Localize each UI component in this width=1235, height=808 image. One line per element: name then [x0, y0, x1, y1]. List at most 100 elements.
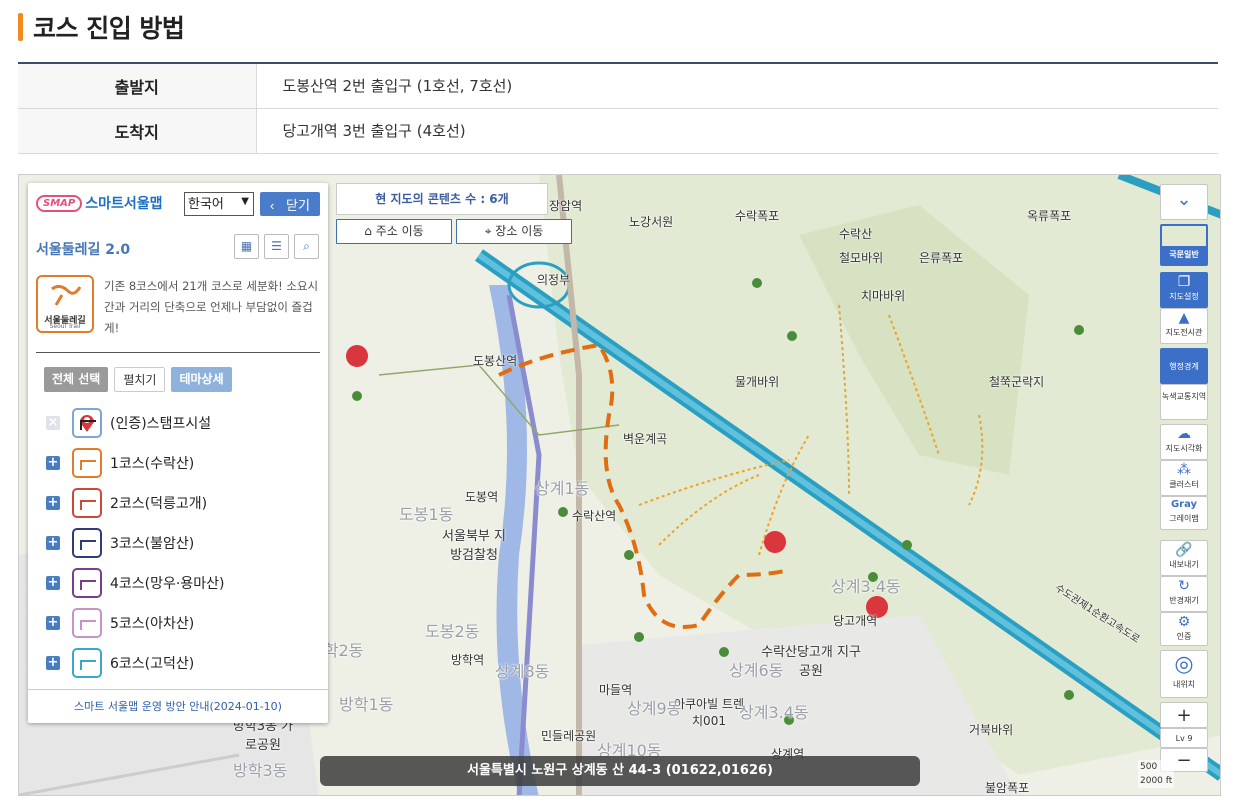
departure-label: 출발지 — [18, 63, 257, 109]
cluster-button[interactable]: ⁂ 클러스터 — [1160, 460, 1208, 496]
theme-panel: SMAP 스마트서울맵 한국어 ▼ ‹ 닫기 서울둘레길 2.0 ▦ ☰ ⌕ 서… — [28, 183, 328, 723]
map-label-suraksan: 수락산 — [839, 227, 873, 241]
trail-icon — [51, 284, 82, 306]
filter-buttons: 전체 선택 펼치기 테마상세 — [44, 367, 232, 392]
map-viewer-button[interactable]: ▲ 지도전시관 — [1160, 308, 1208, 344]
map-settings-button[interactable]: ❐ 지도설정 — [1160, 272, 1208, 308]
list-item[interactable]: + 4코스(망우·용마산) — [46, 563, 326, 603]
gear-icon: ⚙ — [1177, 614, 1191, 630]
language-select[interactable]: 한국어 ▼ — [184, 192, 254, 216]
scale-bar: 500 2000 ft — [1138, 760, 1175, 788]
table-row: 출발지 도봉산역 2번 출입구 (1호선, 7호선) — [18, 63, 1218, 109]
crosshair-icon: ◎ — [1174, 652, 1194, 677]
list-item[interactable]: + 1코스(수락산) — [46, 443, 326, 483]
list-item[interactable]: + 3코스(불암산) — [46, 523, 326, 563]
map-label-eunryu: 은류폭포 — [919, 251, 964, 265]
mountain-icon: ▲ — [1178, 310, 1190, 326]
certify-button[interactable]: ⚙ 인증 — [1160, 612, 1208, 646]
section-title: 코스 진입 방법 — [18, 10, 185, 44]
plus-icon[interactable]: + — [46, 576, 60, 590]
departure-value: 도봉산역 2번 출입구 (1호선, 7호선) — [256, 63, 1218, 109]
zoom-in-button[interactable]: + — [1160, 702, 1208, 728]
smap-badge: SMAP — [36, 194, 83, 212]
collapse-toolbar-button[interactable]: ⌄ — [1160, 184, 1208, 220]
map-label-byeogun: 벽운계곡 — [623, 432, 668, 446]
map-label-mulgae: 물개바위 — [735, 375, 780, 389]
home-icon: ⌂ — [364, 224, 372, 238]
page-title: 코스 진입 방법 — [33, 14, 185, 43]
map-label-sanggye1: 상계1동 — [535, 479, 590, 498]
map-label-banghak-stn: 방학역 — [451, 653, 485, 667]
map-label-banghak1: 방학1동 — [339, 695, 394, 714]
grid-view-icon[interactable]: ▦ — [234, 234, 259, 259]
chevron-left-icon: ‹ — [270, 197, 275, 213]
seoul-trail-logo: 서울둘레길 Seoul Trail — [36, 275, 94, 333]
map-label-sanggye345: 상계3.4동 — [739, 703, 809, 722]
divider — [36, 352, 320, 353]
course-label: 1코스(수락산) — [110, 456, 195, 472]
theme-name: 서울둘레길 2.0 — [36, 242, 131, 258]
arrival-label: 도착지 — [18, 108, 257, 154]
gray-map-button[interactable]: Gray 그레이맵 — [1160, 496, 1208, 530]
plus-icon[interactable]: + — [46, 536, 60, 550]
course-2-icon — [72, 488, 102, 518]
plus-icon[interactable]: + — [46, 496, 60, 510]
close-icon[interactable]: × — [46, 416, 60, 430]
course-label: (인증)스탬프시설 — [110, 416, 212, 432]
content-count: 현 지도의 콘텐츠 수 : 6개 — [336, 183, 548, 215]
list-item[interactable]: + 5코스(아차산) — [46, 603, 326, 643]
layers-icon: ❐ — [1177, 274, 1191, 290]
notice-link[interactable]: 스마트 서울맵 운영 방안 안내(2024-01-10) — [28, 689, 328, 723]
plus-icon[interactable]: + — [46, 456, 60, 470]
export-button[interactable]: 🔗 내보내기 — [1160, 540, 1208, 576]
map-label-jangam: 장암역 — [549, 199, 583, 213]
map-label-sanggye9: 상계9동 — [627, 699, 682, 718]
course-label: 3코스(불암산) — [110, 536, 195, 552]
refresh-icon: ↻ — [1178, 578, 1190, 594]
map-label-sanggye34: 상계3.4동 — [831, 577, 901, 596]
measure-radius-button[interactable]: ↻ 반경재기 — [1160, 576, 1208, 612]
expand-button[interactable]: 펼치기 — [114, 367, 166, 392]
basemap-thumbnail — [1162, 226, 1206, 246]
map-label-dobong1: 도봉1동 — [399, 505, 454, 524]
close-panel-button[interactable]: ‹ 닫기 — [260, 192, 320, 216]
map-label-uijeongbu: 의정부 — [537, 273, 571, 287]
course-4-icon — [72, 568, 102, 598]
plus-icon[interactable]: + — [46, 656, 60, 670]
search-icon[interactable]: ⌕ — [294, 234, 319, 259]
map-label-geobuk: 거북바위 — [969, 723, 1014, 737]
map-label-sanggye8: 상계8동 — [495, 662, 550, 681]
course-6-icon — [72, 648, 102, 678]
list-item[interactable]: + 2코스(덕릉고개) — [46, 483, 326, 523]
course-label: 2코스(덕릉고개) — [110, 496, 208, 512]
arrival-value: 당고개역 3번 출입구 (4호선) — [256, 108, 1218, 154]
plus-icon[interactable]: + — [46, 616, 60, 630]
admin-boundary-button[interactable]: 행정경계 — [1160, 348, 1208, 384]
address-move-button[interactable]: ⌂ 주소 이동 — [336, 219, 452, 244]
map-label-chima: 치마바위 — [861, 289, 906, 303]
theme-detail-button[interactable]: 테마상세 — [171, 367, 232, 392]
place-move-button[interactable]: ⌖ 장소 이동 — [456, 219, 572, 244]
table-row: 도착지 당고개역 3번 출입구 (4호선) — [18, 108, 1218, 154]
list-item[interactable]: + 6코스(고덕산) — [46, 643, 326, 683]
map-label-dobongsan-stn: 도봉산역 — [473, 354, 518, 368]
stamp-marker-icon — [72, 408, 102, 438]
map-label-danggogae-stn: 당고개역 — [833, 614, 878, 628]
select-all-button[interactable]: 전체 선택 — [44, 367, 109, 392]
map-label-buram: 불암폭포 — [985, 781, 1030, 795]
map-visualize-button[interactable]: ☁ 지도시각화 — [1160, 424, 1208, 460]
smart-seoul-map-logo[interactable]: SMAP 스마트서울맵 — [36, 193, 163, 213]
map-label-suraksuksu: 수락폭포 — [735, 209, 780, 223]
map-label-dobong2: 도봉2동 — [425, 622, 480, 641]
list-view-icon[interactable]: ☰ — [264, 234, 289, 259]
green-traffic-button[interactable]: 녹색교통지역 — [1160, 384, 1208, 420]
course-entry-table: 출발지 도봉산역 2번 출입구 (1호선, 7호선) 도착지 당고개역 3번 출… — [18, 62, 1218, 154]
list-item[interactable]: × (인증)스탬프시설 — [46, 403, 326, 443]
map-label-dobong-stn: 도봉역 — [465, 490, 499, 504]
map-label-sanggye6: 상계6동 — [729, 661, 784, 680]
basemap-button[interactable]: 국문일반 — [1160, 224, 1208, 266]
my-location-button[interactable]: ◎ 내위치 — [1160, 650, 1208, 698]
map-label-nogang: 노강서원 — [629, 215, 674, 229]
map-label-okryu: 옥류폭포 — [1027, 209, 1072, 223]
theme-description: 기존 8코스에서 21개 코스로 세분화! 소요시간과 거리의 단축으로 언제나… — [104, 279, 319, 335]
